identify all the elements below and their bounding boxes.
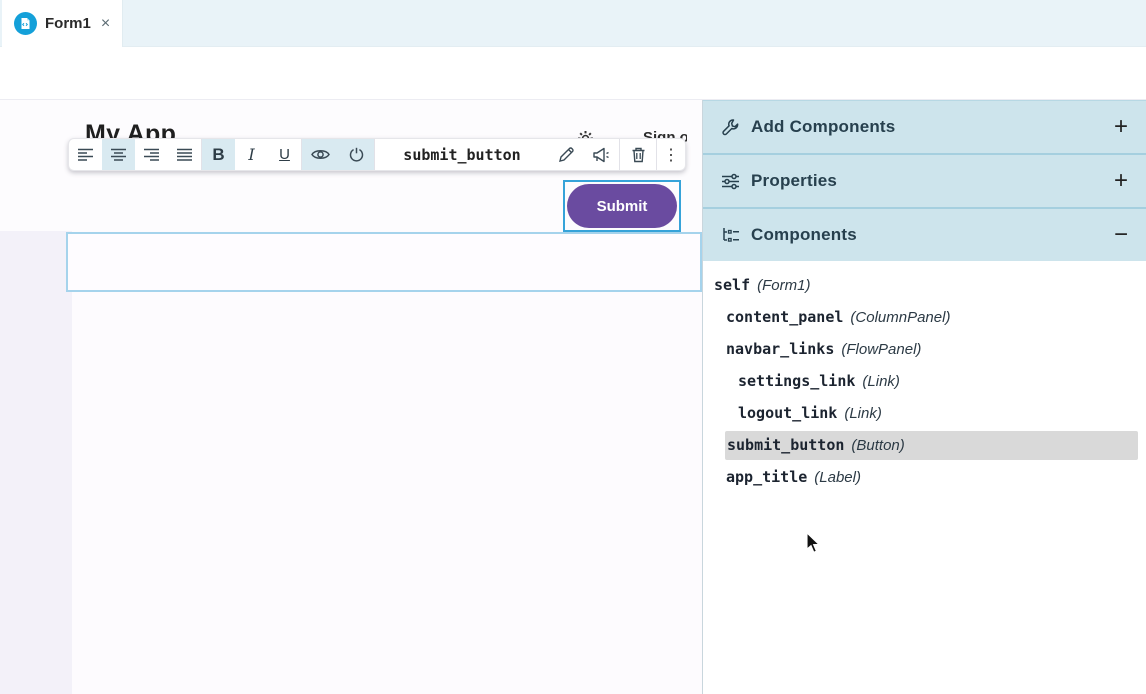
design-canvas[interactable]: My App Sign out (0, 100, 702, 694)
tree-item-type: (Form1) (757, 277, 810, 294)
section-label: Components (751, 225, 1103, 245)
plus-icon[interactable]: + (1114, 169, 1128, 193)
section-label: Add Components (751, 117, 1103, 137)
italic-button[interactable]: I (235, 139, 268, 170)
sliders-icon (721, 173, 740, 190)
section-label: Properties (751, 171, 1103, 191)
tab-form1[interactable]: Form1 × (2, 0, 123, 47)
events-megaphone-button[interactable] (583, 139, 619, 170)
tab-strip: Form1 × (0, 0, 1146, 47)
minus-icon[interactable]: − (1114, 223, 1128, 247)
tree-item-type: (FlowPanel) (841, 341, 921, 358)
bold-button[interactable]: B (202, 139, 235, 170)
component-tree: self (Form1) content_panel (ColumnPanel) n… (703, 261, 1146, 694)
tree-list-icon (721, 227, 740, 244)
tab-title: Form1 (45, 15, 91, 32)
tree-item-name: submit_button (727, 436, 844, 454)
tree-item-type: (Link) (862, 373, 900, 390)
content-panel-column[interactable] (72, 231, 702, 694)
selection-outline: Submit (563, 180, 681, 232)
submit-button-component[interactable]: Submit (567, 184, 677, 228)
component-name-field[interactable]: submit_button (375, 139, 549, 170)
visible-eye-button[interactable] (302, 139, 338, 170)
wrench-icon (721, 118, 740, 137)
tree-item-app-title[interactable]: app_title (Label) (726, 463, 1138, 491)
component-kebab-button[interactable]: ⋮ (657, 139, 685, 170)
align-center-button[interactable] (102, 139, 135, 170)
section-components[interactable]: Components − (703, 209, 1146, 261)
tree-item-type: (Label) (814, 469, 861, 486)
dropzone-outline[interactable] (66, 232, 702, 292)
tree-item-type: (Button) (851, 437, 904, 454)
tree-item-name: app_title (726, 468, 807, 486)
tree-item-logout-link[interactable]: logout_link (Link) (738, 399, 1138, 427)
tree-item-navbar-links[interactable]: navbar_links (FlowPanel) (726, 335, 1138, 363)
tree-item-type: (Link) (844, 405, 882, 422)
app-window: Form1 × Design Code (0, 0, 1146, 694)
right-sidebar: Add Components + Properties + (703, 100, 1146, 694)
enabled-power-button[interactable] (338, 139, 374, 170)
align-left-button[interactable] (69, 139, 102, 170)
tree-item-name: navbar_links (726, 340, 834, 358)
underline-button[interactable]: U (268, 139, 301, 170)
align-right-button[interactable] (135, 139, 168, 170)
tree-item-type: (ColumnPanel) (850, 309, 950, 326)
tree-item-name: settings_link (738, 372, 855, 390)
section-properties[interactable]: Properties + (703, 155, 1146, 207)
form-doc-icon (14, 12, 37, 35)
edit-pencil-button[interactable] (549, 139, 583, 170)
tree-item-submit-button[interactable]: submit_button (Button) (725, 431, 1138, 460)
tree-item-name: logout_link (738, 404, 837, 422)
plus-icon[interactable]: + (1114, 115, 1128, 139)
tree-item-name: content_panel (726, 308, 843, 326)
tree-item-content-panel[interactable]: content_panel (ColumnPanel) (726, 303, 1138, 331)
editor-toolbar: Design Code Split ⋮ (0, 47, 1146, 100)
tree-item-name: self (714, 276, 750, 294)
align-justify-button[interactable] (168, 139, 201, 170)
tree-item-self[interactable]: self (Form1) (714, 271, 1138, 299)
section-add-components[interactable]: Add Components + (703, 101, 1146, 153)
delete-trash-button[interactable] (620, 139, 656, 170)
mouse-cursor (806, 532, 821, 554)
tab-close-icon[interactable]: × (101, 15, 110, 33)
component-toolbar: B I U submit_button (68, 138, 686, 171)
tree-item-settings-link[interactable]: settings_link (Link) (738, 367, 1138, 395)
